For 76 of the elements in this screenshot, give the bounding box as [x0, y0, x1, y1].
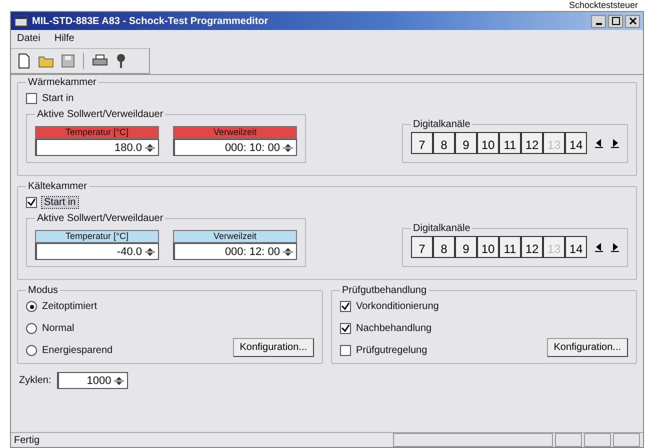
checkbox-label: Start in: [42, 197, 78, 208]
cycles-label: Zyklen:: [19, 375, 52, 386]
group-title: Modus: [27, 285, 60, 296]
field-header: Temperatur [°C]: [35, 230, 159, 243]
menu-item[interactable]: Hilfe: [54, 33, 74, 45]
checkbox-label: Nachbehandlung: [356, 323, 432, 334]
spinner-icon[interactable]: [283, 246, 293, 258]
configure-button[interactable]: Konfiguration...: [546, 338, 628, 357]
checkbox-label: Prüfgutregelung: [356, 345, 428, 356]
group-title: Aktive Sollwert/Verweildauer: [36, 109, 164, 120]
channel-button[interactable]: 10: [477, 236, 499, 258]
configure-button[interactable]: Konfiguration...: [232, 338, 314, 357]
group-title: Prüfgutbehandlung: [341, 285, 428, 296]
channel-button[interactable]: 12: [521, 236, 543, 258]
checkbox-label: Vorkonditionierung: [356, 301, 439, 312]
channel-button[interactable]: 8: [433, 236, 455, 258]
spinner-icon[interactable]: [283, 142, 293, 154]
close-button[interactable]: [625, 14, 640, 28]
spin-field[interactable]: 180.0: [35, 139, 159, 156]
status-text: Fertig: [14, 434, 41, 446]
channel-button[interactable]: 11: [499, 236, 521, 258]
field-header: Temperatur [°C]: [35, 126, 159, 139]
status-panel: [555, 433, 582, 447]
checkbox[interactable]: [26, 93, 37, 104]
spin-field[interactable]: -40.0: [35, 243, 159, 260]
window-icon: [14, 15, 28, 27]
spin-field[interactable]: 000: 12: 00: [173, 243, 297, 260]
channel-button[interactable]: 12: [521, 132, 543, 154]
radio-button[interactable]: [26, 323, 37, 334]
group-title: Aktive Sollwert/Verweildauer: [36, 213, 164, 224]
left-arrow-icon[interactable]: [595, 242, 603, 252]
spinner-icon[interactable]: [145, 246, 155, 258]
channel-button[interactable]: 7: [411, 132, 433, 154]
close-icon: [628, 17, 636, 25]
maximize-button[interactable]: [608, 14, 623, 28]
spin-field[interactable]: 000: 10: 00: [173, 139, 297, 156]
right-arrow-icon[interactable]: [611, 138, 619, 148]
checkbox[interactable]: [340, 323, 351, 334]
right-arrow-icon[interactable]: [611, 242, 619, 252]
left-arrow-icon[interactable]: [595, 138, 603, 148]
radio-button[interactable]: [26, 301, 37, 312]
radio-label: Zeitoptimiert: [42, 301, 98, 312]
caption-text: Schockteststeuer: [568, 0, 638, 10]
checkbox[interactable]: [340, 345, 351, 356]
group-title: Digitalkanäle: [412, 223, 472, 234]
spin-field[interactable]: 1000: [57, 372, 128, 389]
channel-button[interactable]: 14: [565, 236, 587, 258]
checkbox-label: Start in: [42, 93, 74, 104]
folder-icon[interactable]: [36, 54, 56, 68]
channel-button[interactable]: 14: [565, 132, 587, 154]
window-title: MIL-STD-883E A83 - Schock-Test Programmeditor: [32, 16, 268, 26]
checkbox[interactable]: [340, 301, 351, 312]
spinner-icon[interactable]: [145, 142, 155, 154]
field-header: Verweilzeit: [173, 230, 297, 243]
group-title: Digitalkanäle: [412, 119, 472, 130]
spinner-icon[interactable]: [114, 374, 124, 386]
save-icon[interactable]: [59, 54, 77, 68]
minimize-button[interactable]: [591, 14, 606, 28]
radio-label: Energiesparend: [42, 345, 113, 356]
group-title: Wärmekammer: [27, 77, 98, 88]
radio-button[interactable]: [26, 345, 37, 356]
checkbox[interactable]: [26, 197, 37, 208]
channel-button[interactable]: 10: [477, 132, 499, 154]
field-header: Verweilzeit: [173, 126, 297, 139]
channel-button[interactable]: 11: [499, 132, 521, 154]
maximize-icon: [612, 17, 620, 25]
group-title: Kältekammer: [27, 181, 88, 192]
channel-button[interactable]: 9: [455, 132, 477, 154]
menu-item[interactable]: Datei: [17, 33, 40, 45]
status-panel: [613, 433, 640, 447]
radio-label: Normal: [42, 323, 74, 334]
channel-button[interactable]: 9: [455, 236, 477, 258]
channel-button[interactable]: 7: [411, 236, 433, 258]
channel-button[interactable]: 8: [433, 132, 455, 154]
printer-icon[interactable]: [90, 54, 110, 68]
status-panel: [584, 433, 611, 447]
